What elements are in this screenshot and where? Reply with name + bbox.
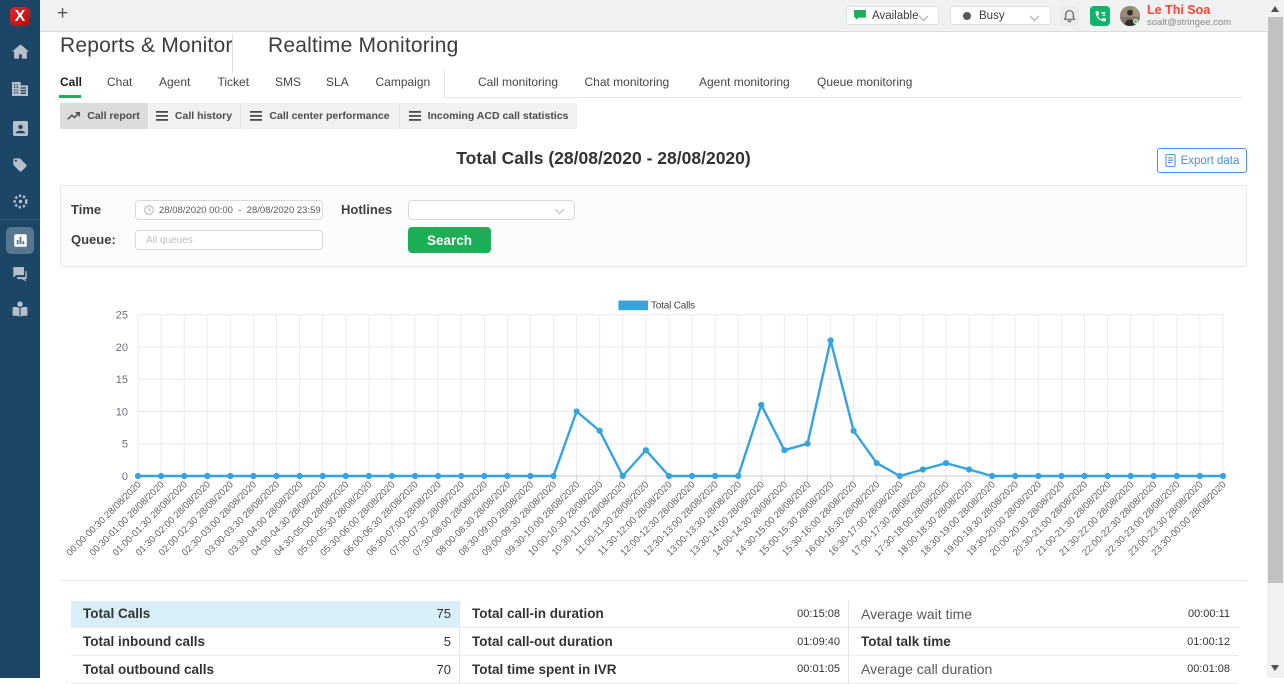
- svg-text:0: 0: [122, 471, 128, 483]
- svg-text:Total Calls: Total Calls: [651, 300, 695, 311]
- svg-text:10: 10: [116, 407, 128, 419]
- svg-text:25: 25: [116, 310, 128, 322]
- svg-text:5: 5: [122, 439, 128, 451]
- svg-text:20: 20: [116, 342, 128, 354]
- svg-text:15: 15: [116, 374, 128, 386]
